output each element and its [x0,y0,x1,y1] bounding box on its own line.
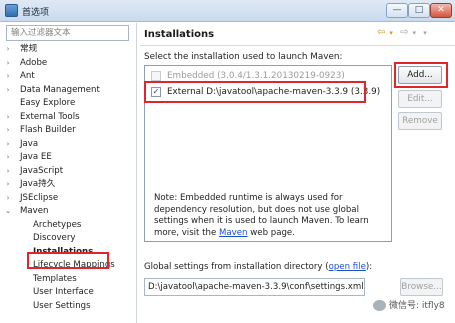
tree-item-templates[interactable]: Templates [4,273,77,286]
installation-checkbox[interactable] [151,71,161,81]
maven-link[interactable]: Maven [219,228,248,238]
tree-item-java-persistence[interactable]: › Java持久 [4,178,56,191]
forward-arrow-icon[interactable]: ⇨ [400,27,408,38]
history-nav: ⇦ ▾ ⇨ ▾ ▾ [377,27,431,38]
tree-item-discovery[interactable]: Discovery [4,232,75,245]
tree-item-user-interface[interactable]: User Interface [4,286,94,299]
browse-button[interactable]: Browse... [400,278,443,296]
tree-item-easy-explore[interactable]: Easy Explore [4,97,75,110]
wechat-logo-icon [373,300,386,311]
collapse-arrow-icon[interactable]: ⌄ [4,205,12,218]
add-button-highlight-box [394,62,448,88]
installations-highlight-box [27,252,109,269]
edit-button[interactable]: Edit... [398,90,442,108]
tree-item-javascript[interactable]: › JavaScript [4,165,63,178]
tree-item-java-ee[interactable]: › Java EE [4,151,52,164]
wechat-watermark: 微信号: itfly8 [370,298,448,314]
maximize-button[interactable]: □ [408,3,430,18]
tree-item-flash-builder[interactable]: › Flash Builder [4,124,76,137]
window-title: 首选项 [22,8,50,18]
tree-item-general[interactable]: › 常规 [4,43,38,56]
back-arrow-icon[interactable]: ⇦ [377,27,385,38]
expand-arrow-icon[interactable]: › [4,192,12,205]
tree-item-user-settings[interactable]: User Settings [4,300,91,313]
expand-arrow-icon[interactable]: › [4,57,12,70]
tree-item-ant[interactable]: › Ant [4,70,35,83]
expand-arrow-icon[interactable]: › [4,151,12,164]
forward-dropdown-icon[interactable]: ▾ [412,29,416,37]
back-dropdown-icon[interactable]: ▾ [389,29,393,37]
expand-arrow-icon[interactable]: › [4,84,12,97]
tree-item-adobe[interactable]: › Adobe [4,57,48,70]
expand-arrow-icon[interactable]: › [4,138,12,151]
tree-item-java[interactable]: › Java [4,138,39,151]
embedded-runtime-note: Note: Embedded runtime is always used fo… [154,193,369,238]
expand-arrow-icon[interactable]: › [4,70,12,83]
panel-splitter[interactable] [136,23,137,323]
open-file-link[interactable]: open file [329,262,366,272]
installations-description: Select the installation used to launch M… [144,52,343,62]
tree-item-archetypes[interactable]: Archetypes [4,219,81,232]
title-bar: 首选项 — □ ✕ [0,0,455,22]
remove-button[interactable]: Remove [398,112,442,130]
expand-arrow-icon[interactable]: › [4,165,12,178]
tree-item-jseclipse[interactable]: › JSEclipse [4,192,59,205]
external-installation-highlight-box [144,81,366,103]
page-title: Installations [144,29,215,40]
global-settings-path-field[interactable]: D:\javatool\apache-maven-3.3.9\conf\sett… [144,278,365,296]
tree-item-data-management[interactable]: › Data Management [4,84,100,97]
tree-item-external-tools[interactable]: › External Tools [4,111,80,124]
tree-item-maven[interactable]: ⌄ Maven [4,205,48,218]
preferences-app-icon [5,4,18,17]
close-button[interactable]: ✕ [430,3,452,18]
header-divider [140,45,455,46]
expand-arrow-icon[interactable]: › [4,111,12,124]
view-menu-icon[interactable]: ▾ [423,29,427,37]
filter-input[interactable]: 输入过滤器文本 [6,25,129,41]
minimize-button[interactable]: — [386,3,408,18]
expand-arrow-icon[interactable]: › [4,178,12,191]
expand-arrow-icon[interactable]: › [4,124,12,137]
expand-arrow-icon[interactable]: › [4,43,12,56]
global-settings-label: Global settings from installation direct… [144,262,373,272]
